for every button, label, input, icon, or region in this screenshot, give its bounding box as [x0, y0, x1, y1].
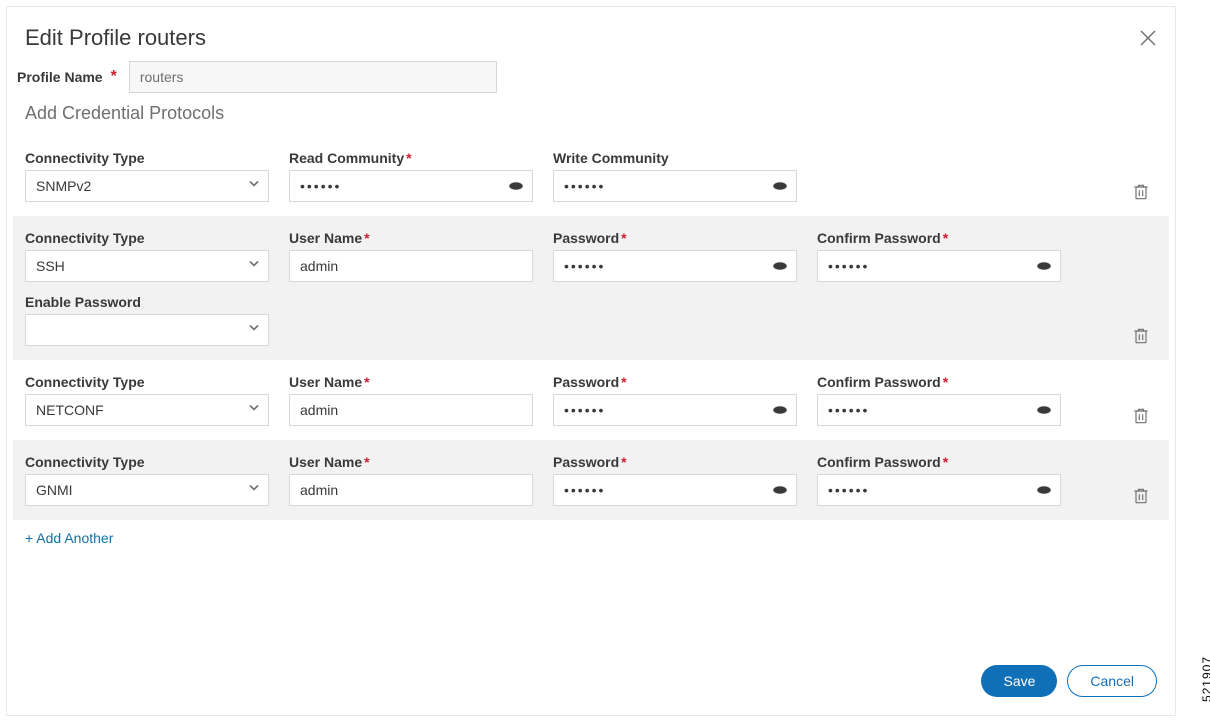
username-input[interactable]	[289, 474, 533, 506]
credential-rows: Connectivity Type SNMPv2 Read Community*…	[7, 136, 1175, 520]
eye-icon[interactable]	[769, 399, 791, 421]
connectivity-type-label: Connectivity Type	[25, 150, 269, 166]
read-community-input[interactable]	[289, 170, 533, 202]
required-mark: *	[364, 454, 369, 470]
section-title: Add Credential Protocols	[7, 103, 1175, 136]
username-label: User Name	[289, 374, 362, 390]
modal-footer: Save Cancel	[981, 665, 1157, 697]
required-mark: *	[943, 374, 948, 390]
chevron-down-icon	[247, 321, 261, 340]
trash-icon[interactable]	[1131, 326, 1151, 346]
eye-icon[interactable]	[1033, 399, 1055, 421]
trash-icon[interactable]	[1131, 406, 1151, 426]
connectivity-type-label: Connectivity Type	[25, 374, 269, 390]
profile-name-row: Profile Name *	[7, 61, 1175, 103]
required-mark: *	[364, 230, 369, 246]
password-input[interactable]	[553, 474, 797, 506]
modal-header: Edit Profile routers	[7, 7, 1175, 61]
write-community-label: Write Community	[553, 150, 669, 166]
trash-icon[interactable]	[1131, 486, 1151, 506]
password-label: Password	[553, 374, 619, 390]
trash-icon[interactable]	[1131, 182, 1151, 202]
required-mark: *	[111, 68, 117, 86]
enable-password-label: Enable Password	[25, 294, 269, 310]
eye-icon[interactable]	[1033, 479, 1055, 501]
close-icon[interactable]	[1139, 29, 1157, 47]
required-mark: *	[621, 230, 626, 246]
enable-password-select[interactable]	[25, 314, 269, 346]
chevron-down-icon	[247, 401, 261, 420]
confirm-password-label: Confirm Password	[817, 230, 941, 246]
confirm-password-label: Confirm Password	[817, 374, 941, 390]
profile-name-label: Profile Name	[17, 69, 103, 85]
enable-password-value	[25, 314, 269, 346]
write-community-input[interactable]	[553, 170, 797, 202]
chevron-down-icon	[247, 257, 261, 276]
confirm-password-input[interactable]	[817, 394, 1061, 426]
password-input[interactable]	[553, 250, 797, 282]
eye-icon[interactable]	[505, 175, 527, 197]
eye-icon[interactable]	[769, 479, 791, 501]
credential-row-ssh: Connectivity Type SSH User Name* Passwor…	[13, 216, 1169, 360]
credential-row-netconf: Connectivity Type NETCONF User Name* Pas…	[13, 360, 1169, 440]
confirm-password-label: Confirm Password	[817, 454, 941, 470]
connectivity-type-label: Connectivity Type	[25, 454, 269, 470]
confirm-password-input[interactable]	[817, 250, 1061, 282]
required-mark: *	[943, 230, 948, 246]
save-button[interactable]: Save	[981, 665, 1057, 697]
required-mark: *	[406, 150, 411, 166]
add-another-link[interactable]: + Add Another	[25, 530, 113, 546]
required-mark: *	[621, 454, 626, 470]
username-input[interactable]	[289, 250, 533, 282]
connectivity-type-select[interactable]: GNMI	[25, 474, 269, 506]
connectivity-type-value: NETCONF	[25, 394, 269, 426]
eye-icon[interactable]	[769, 255, 791, 277]
chevron-down-icon	[247, 177, 261, 196]
connectivity-type-select[interactable]: SSH	[25, 250, 269, 282]
username-label: User Name	[289, 230, 362, 246]
required-mark: *	[621, 374, 626, 390]
connectivity-type-value: GNMI	[25, 474, 269, 506]
password-label: Password	[553, 454, 619, 470]
required-mark: *	[943, 454, 948, 470]
connectivity-type-label: Connectivity Type	[25, 230, 269, 246]
confirm-password-input[interactable]	[817, 474, 1061, 506]
image-id: 521907	[1200, 656, 1210, 702]
username-input[interactable]	[289, 394, 533, 426]
password-input[interactable]	[553, 394, 797, 426]
cancel-button[interactable]: Cancel	[1067, 665, 1157, 697]
eye-icon[interactable]	[1033, 255, 1055, 277]
chevron-down-icon	[247, 481, 261, 500]
credential-row-gnmi: Connectivity Type GNMI User Name* Passwo…	[13, 440, 1169, 520]
eye-icon[interactable]	[769, 175, 791, 197]
username-label: User Name	[289, 454, 362, 470]
password-label: Password	[553, 230, 619, 246]
connectivity-type-value: SSH	[25, 250, 269, 282]
profile-name-input[interactable]	[129, 61, 497, 93]
required-mark: *	[364, 374, 369, 390]
connectivity-type-select[interactable]: SNMPv2	[25, 170, 269, 202]
modal-title: Edit Profile routers	[25, 25, 206, 51]
connectivity-type-select[interactable]: NETCONF	[25, 394, 269, 426]
credential-row-snmpv2: Connectivity Type SNMPv2 Read Community*…	[13, 136, 1169, 216]
connectivity-type-value: SNMPv2	[25, 170, 269, 202]
read-community-label: Read Community	[289, 150, 404, 166]
edit-profile-modal: Edit Profile routers Profile Name * Add …	[6, 6, 1176, 716]
